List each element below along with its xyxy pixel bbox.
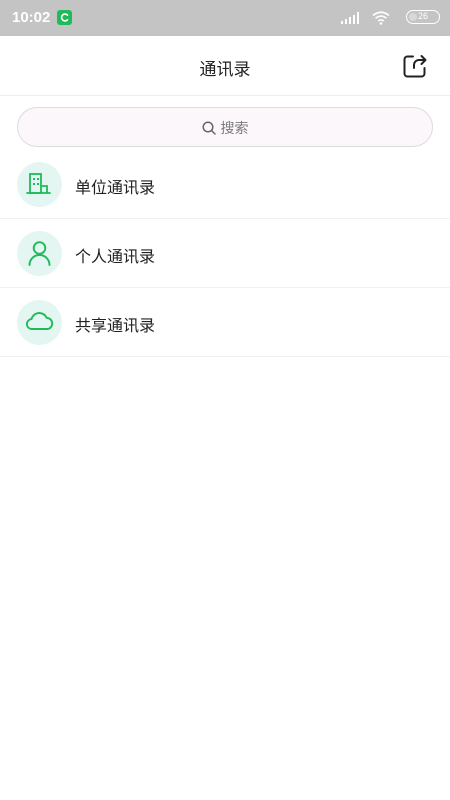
search-placeholder: 搜索 bbox=[220, 121, 249, 137]
battery-level bbox=[409, 13, 418, 21]
battery-indicator: 26 bbox=[406, 10, 440, 24]
share-button[interactable] bbox=[400, 51, 430, 81]
app-header: 通讯录 bbox=[0, 36, 450, 96]
search-icon bbox=[201, 121, 216, 135]
contacts-menu-list: 单位通讯录 个人通讯录 共享通讯录 bbox=[0, 150, 450, 357]
list-item-personal-contacts[interactable]: 个人通讯录 bbox=[0, 219, 450, 288]
page-title: 通讯录 bbox=[199, 60, 251, 80]
building-icon bbox=[26, 173, 51, 194]
person-icon bbox=[28, 241, 51, 266]
list-item-label: 共享通讯录 bbox=[75, 316, 156, 335]
shared-contacts-icon-badge bbox=[17, 300, 62, 345]
search-input[interactable]: 搜索 bbox=[18, 118, 432, 138]
wifi-icon bbox=[372, 11, 390, 25]
unit-contacts-icon-badge bbox=[17, 162, 62, 207]
battery-percentage: 26 bbox=[417, 11, 428, 21]
list-item-unit-contacts[interactable]: 单位通讯录 bbox=[0, 150, 450, 219]
list-item-label: 个人通讯录 bbox=[75, 247, 156, 266]
list-item-label: 单位通讯录 bbox=[75, 178, 156, 197]
status-time: 10:02 bbox=[12, 9, 51, 26]
personal-contacts-icon-badge bbox=[17, 231, 62, 276]
list-item-shared-contacts[interactable]: 共享通讯录 bbox=[0, 288, 450, 357]
search-bar[interactable]: 搜索 bbox=[17, 107, 433, 147]
status-bar: 10:02 26 bbox=[0, 0, 450, 36]
app-notification-icon bbox=[57, 10, 72, 25]
cloud-icon bbox=[25, 312, 54, 330]
signal-icon bbox=[341, 12, 359, 24]
status-indicators: 26 bbox=[320, 9, 440, 27]
share-icon bbox=[403, 55, 427, 78]
